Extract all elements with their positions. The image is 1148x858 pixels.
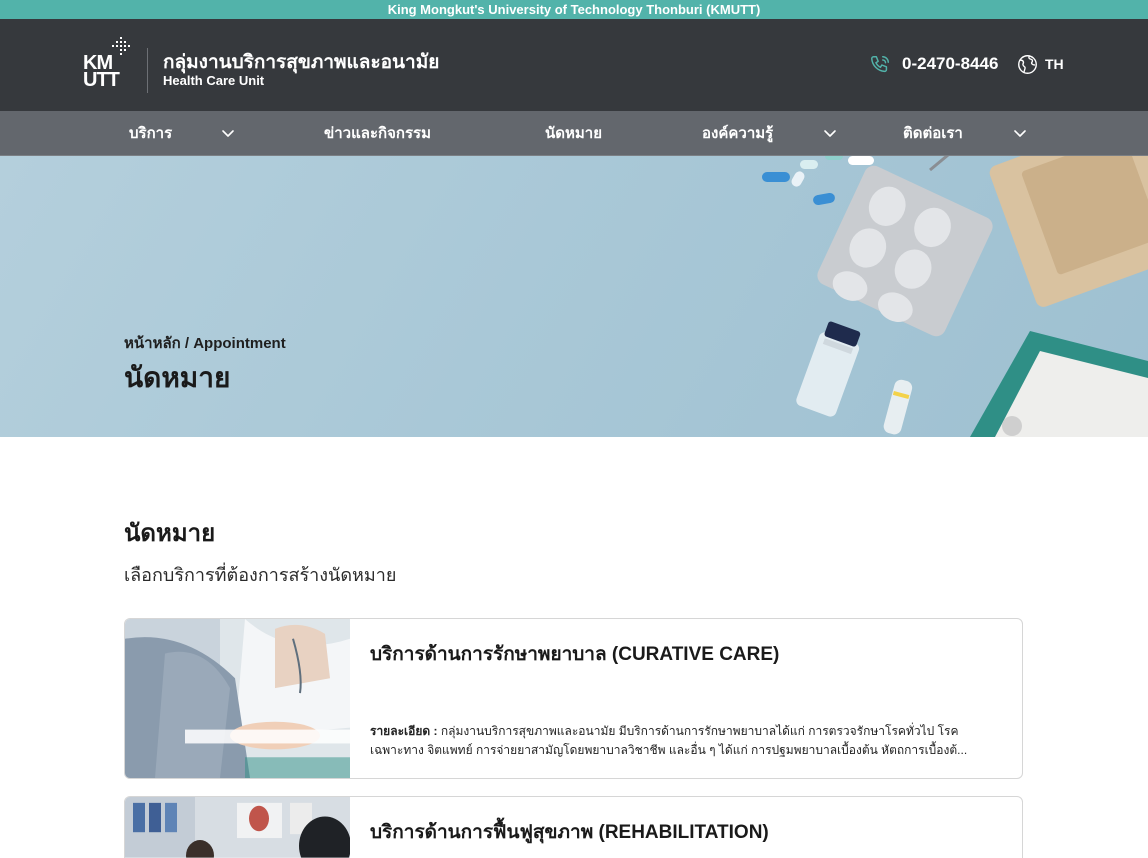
medical-supplies-illustration (762, 156, 1148, 437)
card-title[interactable]: บริการด้านการฟื้นฟูสุขภาพ (REHABILITATIO… (370, 817, 769, 847)
logo-divider (147, 48, 148, 93)
nav-item-label: ติดต่อเรา (903, 125, 963, 142)
card-description: รายละเอียด : กลุ่มงานบริการสุขภาพและอนาม… (370, 722, 970, 760)
card-title[interactable]: บริการด้านการรักษาพยาบาล (CURATIVE CARE) (370, 639, 779, 669)
logo-text-bottom: UTT (83, 69, 120, 91)
nav-item-contact[interactable]: ติดต่อเรา (903, 111, 963, 155)
chevron-down-icon[interactable] (1013, 126, 1027, 140)
site-header: KM UTT กลุ่มงานบริการสุขภาพและอนามัย Hea… (0, 19, 1148, 111)
card-desc-label: รายละเอียด : (370, 724, 438, 738)
nav-item-services[interactable]: บริการ (129, 111, 172, 155)
nav-item-news[interactable]: ข่าวและกิจกรรม (324, 111, 431, 155)
chevron-down-icon[interactable] (823, 126, 837, 140)
nav-item-label: องค์ความรู้ (702, 125, 774, 142)
service-card-curative[interactable]: บริการด้านการรักษาพยาบาล (CURATIVE CARE)… (124, 618, 1023, 779)
nav-item-label: ข่าวและกิจกรรม (324, 125, 431, 142)
doctor-patient-image (125, 619, 350, 778)
main-nav: บริการ ข่าวและกิจกรรม นัดหมาย องค์ความรู… (0, 111, 1148, 156)
language-toggle[interactable]: TH (1045, 56, 1064, 72)
kmutt-logo[interactable]: KM UTT (83, 37, 135, 93)
org-subtitle: Health Care Unit (163, 73, 265, 88)
clinic-room-image (125, 797, 350, 858)
page-title: นัดหมาย (124, 362, 231, 393)
nav-item-appointment[interactable]: นัดหมาย (545, 111, 602, 155)
university-name: King Mongkut's University of Technology … (387, 2, 761, 17)
logo-wordmark: KM UTT (83, 53, 120, 91)
globe-icon[interactable] (1017, 54, 1038, 75)
university-topbar: King Mongkut's University of Technology … (0, 0, 1148, 19)
phone-number[interactable]: 0-2470-8446 (902, 54, 998, 74)
chevron-down-icon[interactable] (221, 126, 235, 140)
nav-item-label: นัดหมาย (545, 125, 602, 142)
hero-banner: หน้าหลัก / Appointment นัดหมาย (0, 156, 1148, 437)
nav-item-label: บริการ (129, 125, 173, 142)
phone-icon (871, 56, 889, 73)
section-subtitle: เลือกบริการที่ต้องการสร้างนัดหมาย (124, 565, 397, 585)
service-card-rehabilitation[interactable]: บริการด้านการฟื้นฟูสุขภาพ (REHABILITATIO… (124, 796, 1023, 858)
nav-item-knowledge[interactable]: องค์ความรู้ (702, 111, 773, 155)
section-title: นัดหมาย (124, 520, 216, 547)
card-desc-text: กลุ่มงานบริการสุขภาพและอนามัย มีบริการด้… (370, 724, 968, 757)
breadcrumb[interactable]: หน้าหลัก / Appointment (124, 331, 286, 355)
